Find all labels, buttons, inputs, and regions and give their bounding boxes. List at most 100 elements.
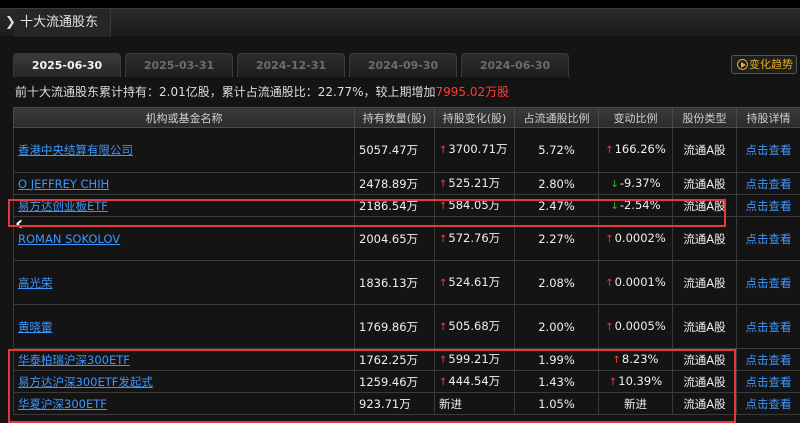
tab-2024-12-31[interactable]: 2024-12-31 [237,53,345,77]
holder-name-cell: O JEFFREY CHIH [13,172,355,195]
detail-link[interactable]: 点击查看 [736,304,800,349]
table-row: 华夏沪深300ETF 923.71万 新进 1.05% 新进 流通A股 点击查看 [13,392,800,415]
float-ratio: 1.99% [514,348,599,371]
holding-change: 新进 [434,392,515,415]
arrow-up-icon: ↑ [439,178,448,190]
float-ratio: 5.72% [514,127,599,173]
holder-name-cell: 香港中央结算有限公司 [13,127,355,173]
change-ratio: ↑8.23% [598,348,673,371]
detail-link[interactable]: 点击查看 [736,370,800,393]
holder-name-link[interactable]: 香港中央结算有限公司 [18,143,133,157]
holder-name-cell: 华泰柏瑞沪深300ETF [13,348,355,371]
arrow-up-icon: ↑ [439,376,448,388]
tab-2025-03-31[interactable]: 2025-03-31 [125,53,233,77]
change-ratio: ↓-2.54% [598,194,673,217]
holder-name-link[interactable]: 华泰柏瑞沪深300ETF [18,353,130,367]
col-header-name: 机构或基金名称 [13,107,355,128]
arrow-up-icon: ↑ [605,321,614,333]
holding-change: ↑444.54万 [434,370,515,393]
detail-link[interactable]: 点击查看 [736,194,800,217]
arrow-up-icon: ↑ [608,376,618,388]
detail-link[interactable]: 点击查看 [736,348,800,371]
arrow-down-icon: ↓ [610,178,619,190]
holder-name-cell: 高光荣 [13,260,355,305]
arrow-up-icon: ↑ [612,354,621,366]
arrow-up-icon: ↑ [439,233,448,245]
change-ratio-value: 8.23% [621,351,659,366]
arrow-up-icon: ↑ [439,321,448,333]
holder-name-link[interactable]: ROMAN SOKOLOV [18,232,120,246]
holding-change: ↑584.05万 [434,194,515,217]
holder-name-cell: 易方达沪深300ETF发起式 [13,370,355,393]
summary-ratio: 22.77% [317,85,364,99]
detail-link[interactable]: 点击查看 [736,127,800,173]
holding-change-value: 3700.71万 [448,142,508,156]
arrow-down-icon: ↓ [610,200,619,212]
holding-change-value: 584.05万 [448,197,501,212]
col-header-chg: 持股变化(股) [434,107,515,128]
holder-name-link[interactable]: 黄晓雷 [18,320,53,334]
holding-qty: 1259.46万 [354,370,435,393]
summary-increase: 7995.02万股 [435,85,510,99]
share-type: 流通A股 [672,216,737,261]
change-ratio-value: 0.0001% [614,274,666,289]
chevron-left-icon[interactable]: ‹ [15,213,23,233]
tab-2024-09-30[interactable]: 2024-09-30 [349,53,457,77]
arrow-up-icon: ↑ [439,145,448,156]
float-ratio: 2.08% [514,260,599,305]
arrow-up-icon: ↑ [439,354,448,366]
holder-name-cell: 华夏沪深300ETF [13,392,355,415]
detail-link[interactable]: 点击查看 [736,260,800,305]
holder-name-link[interactable]: 易方达创业板ETF [18,199,108,213]
detail-link[interactable]: 点击查看 [736,216,800,261]
tab-2025-06-30[interactable]: 2025-06-30 [13,53,121,77]
change-ratio-value: 10.39% [618,373,663,388]
change-ratio-value: 166.26% [614,142,666,156]
holder-name-link[interactable]: O JEFFREY CHIH [18,177,109,191]
arrow-up-icon: ↑ [605,277,614,289]
col-header-var: 变动比例 [598,107,673,128]
table-row: 香港中央结算有限公司 5057.47万 ↑3700.71万 5.72% ↑ 166.26%… [13,127,800,173]
trend-button[interactable]: 变化趋势 [731,55,797,74]
holding-change: ↑572.76万 [434,216,515,261]
holding-change-value: 572.76万 [448,230,501,245]
arrow-up-icon: ↑ [439,200,448,212]
table-row: 华泰柏瑞沪深300ETF 1762.25万 ↑599.21万 1.99% ↑8.23% 流… [13,348,800,371]
share-type: 流通A股 [672,392,737,415]
shareholders-panel: 2025-06-30 2025-03-31 2024-12-31 2024-09… [0,37,800,423]
holder-name-link[interactable]: 高光荣 [18,276,53,290]
holding-qty: 5057.47万 [354,127,435,173]
change-ratio: ↑0.0001% [598,260,673,305]
share-type: 流通A股 [672,127,737,173]
col-header-qty: 持有数量(股) [354,107,435,128]
share-type: 流通A股 [672,172,737,195]
table-header-row: 机构或基金名称 持有数量(股) 持股变化(股) 占流通股比例 变动比例 股份类型… [13,107,800,128]
summary-line: 前十大流通股东累计持有：2.01亿股，累计占流通股比：22.77%，较上期增加7… [15,81,800,105]
change-ratio-value: -9.37% [619,175,661,190]
share-type: 流通A股 [672,348,737,371]
change-ratio: ↓-9.37% [598,172,673,195]
section-header: ❯ 十大流通股东 [0,8,800,37]
holding-change: ↑524.61万 [434,260,515,305]
holding-change-value: 599.21万 [448,351,501,366]
holder-name-link[interactable]: 华夏沪深300ETF [18,397,107,411]
holder-name-cell: ROMAN SOKOLOV [13,216,355,261]
detail-link[interactable]: 点击查看 [736,392,800,415]
share-type: 流通A股 [672,370,737,393]
holding-change: ↑3700.71万 [434,127,515,173]
holder-name-link[interactable]: 易方达沪深300ETF发起式 [18,375,153,389]
holding-change-value: 505.68万 [448,318,501,333]
detail-link[interactable]: 点击查看 [736,172,800,195]
holding-change-value: 525.21万 [448,175,501,190]
shareholders-table: 机构或基金名称 持有数量(股) 持股变化(股) 占流通股比例 变动比例 股份类型… [13,107,800,415]
change-ratio-value: 0.0002% [614,230,666,245]
holder-name-cell: 黄晓雷 [13,304,355,349]
tab-2024-06-30[interactable]: 2024-06-30 [461,53,569,77]
float-ratio: 1.43% [514,370,599,393]
holding-change: ↑525.21万 [434,172,515,195]
holder-name-cell: 易方达创业板ETF [13,194,355,217]
change-ratio-value: 新进 [624,396,647,411]
table-row: ROMAN SOKOLOV 2004.65万 ↑572.76万 2.27% ↑0.000… [13,216,800,261]
holding-qty: 923.71万 [354,392,435,415]
summary-holding-unit: 亿股，累计占流通股比： [185,85,318,99]
